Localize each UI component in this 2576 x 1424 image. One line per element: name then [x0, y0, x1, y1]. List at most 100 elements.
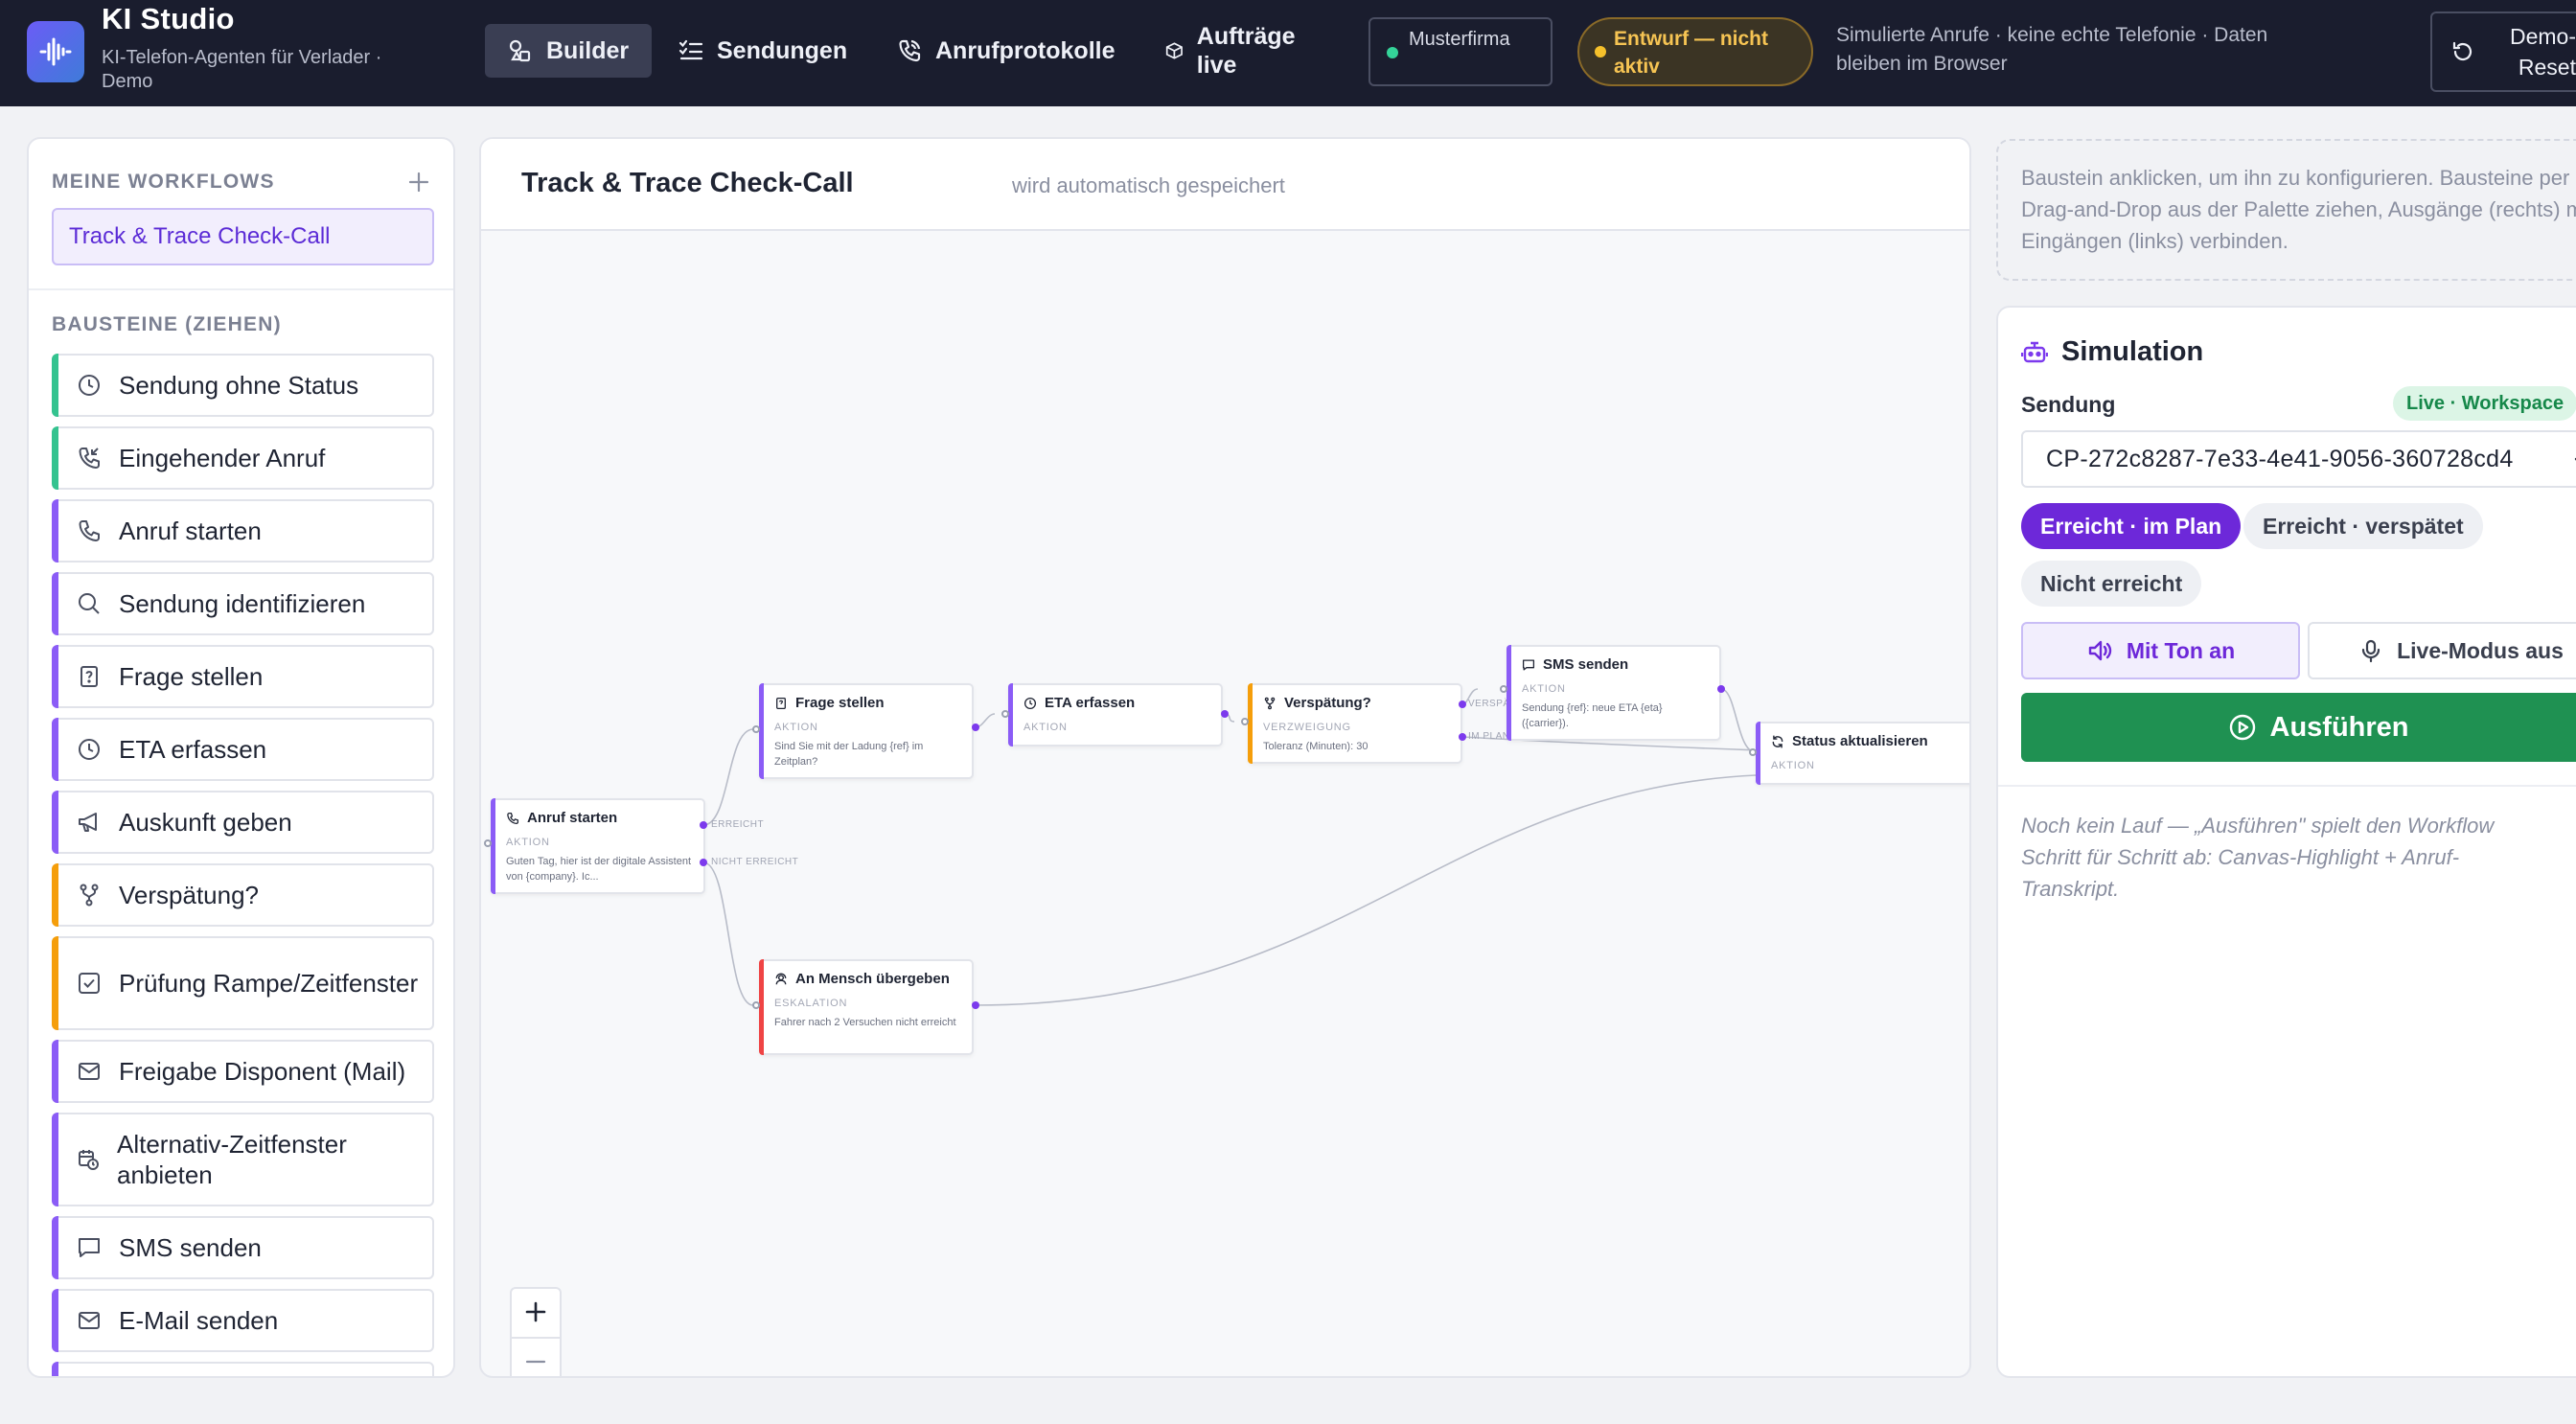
workflow-status-badge: Entwurf — nicht aktiv [1577, 17, 1813, 86]
port-label-reached: ERREICHT [711, 819, 765, 830]
edge-start-to-question [702, 728, 754, 826]
output-port-on-plan[interactable] [1459, 733, 1466, 741]
output-port[interactable] [972, 723, 979, 731]
palette-item[interactable]: Frage stellen [52, 645, 434, 708]
node-description: Guten Tag, hier ist der digitale Assiste… [506, 856, 692, 883]
output-port[interactable] [1221, 710, 1229, 718]
simulation-divider [1998, 785, 2576, 787]
top-bar: KI Studio KI-Telefon-Agenten für Verlade… [0, 0, 2576, 106]
shipment-select-value: CP-272c8287-7e33-4e41-9056-360728cd4 [2046, 446, 2514, 472]
live-mode-toggle-button[interactable]: Live-Modus aus [2308, 622, 2576, 679]
palette-item-label: Auskunft geben [119, 808, 292, 837]
sidebar-divider [29, 288, 453, 290]
add-workflow-button[interactable] [404, 168, 433, 196]
shapes-icon [509, 39, 531, 62]
nav-sendungen[interactable]: Sendungen [656, 24, 870, 78]
palette-item[interactable]: SMS senden [52, 1216, 434, 1279]
nav-auftraege-live[interactable]: Aufträge live [1142, 19, 1344, 82]
input-port[interactable] [1241, 718, 1249, 725]
input-port[interactable] [1500, 685, 1507, 693]
scenario-reached-on-plan[interactable]: Erreicht · im Plan [2021, 503, 2242, 549]
input-port[interactable] [484, 839, 492, 847]
palette-item[interactable]: ETA erfassen [52, 718, 434, 781]
palette-item[interactable]: Auskunft geben [52, 791, 434, 854]
nav-anrufprotokolle-label: Anrufprotokolle [935, 36, 1116, 64]
output-port-late[interactable] [1459, 701, 1466, 708]
input-port[interactable] [752, 1001, 760, 1009]
company-selector[interactable]: Musterfirma [1368, 17, 1552, 86]
output-port[interactable] [1717, 685, 1725, 693]
message-icon [79, 1238, 100, 1257]
node-verspaetung[interactable]: Verspätung? VERZWEIGUNG Toleranz (Minute… [1248, 683, 1462, 764]
nav-builder[interactable]: Builder [485, 24, 653, 78]
workflow-canvas[interactable]: Track & Trace Check-Call wird automatisc… [479, 137, 1971, 1378]
node-eta-erfassen[interactable]: ETA erfassen AKTION [1008, 683, 1223, 746]
clock-icon [1024, 697, 1037, 709]
node-an-mensch-uebergeben[interactable]: An Mensch übergeben ESKALATION Fahrer na… [759, 959, 974, 1055]
simulation-panel: Simulation Sendung Live · Workspace CP-2… [1996, 306, 2576, 1378]
scenario-not-reached[interactable]: Nicht erreicht [2021, 561, 2202, 607]
phone-icon [899, 39, 921, 62]
node-type: AKTION [1024, 722, 1068, 733]
node-sms-senden[interactable]: SMS senden AKTION Sendung {ref}: neue ET… [1506, 645, 1721, 741]
clock-icon [79, 739, 100, 760]
demo-reset-button[interactable]: Demo-Reset [2430, 11, 2576, 92]
zoom-in-button[interactable] [512, 1289, 560, 1335]
output-port-not-reached[interactable] [700, 859, 707, 866]
input-port[interactable] [1001, 710, 1009, 718]
zoom-out-button[interactable] [512, 1339, 560, 1376]
palette-item-label: Prüfung Rampe/Zeitfenster [119, 969, 419, 998]
palette-item-label: Sendung ohne Status [119, 371, 359, 400]
node-title: Status aktualisieren [1792, 733, 1928, 749]
node-title: Frage stellen [795, 695, 885, 711]
refresh-icon [1772, 734, 1783, 748]
node-anruf-starten[interactable]: Anruf starten AKTION Guten Tag, hier ist… [491, 798, 705, 894]
palette-item[interactable]: Verspätung? [52, 863, 434, 927]
branch-icon [80, 884, 99, 907]
nav-auftraege-live-label: Aufträge live [1196, 23, 1296, 79]
node-description: Sendung {ref}: neue ETA {eta} ({carrier}… [1522, 702, 1663, 729]
node-title: ETA erfassen [1045, 695, 1136, 711]
node-type: VERZWEIGUNG [1263, 722, 1351, 733]
node-status-aktualisieren[interactable]: Status aktualisieren AKTION [1756, 722, 1969, 785]
live-mode-label: Live-Modus aus [2397, 637, 2564, 663]
node-type: AKTION [1771, 760, 1815, 771]
palette-item[interactable]: Anruf starten [52, 499, 434, 563]
plus-icon [408, 172, 429, 193]
megaphone-icon [79, 813, 97, 832]
nav-anrufprotokolle[interactable]: Anrufprotokolle [874, 24, 1138, 78]
rotate-ccw-icon [2452, 41, 2472, 61]
palette-item[interactable]: E-Mail senden [52, 1289, 434, 1352]
app-logo[interactable] [27, 21, 84, 82]
phone-icon [79, 520, 100, 541]
package-icon [1165, 42, 1183, 59]
palette-item[interactable]: Alternativ-Zeitfenster anbieten [52, 1113, 434, 1206]
mail-icon [79, 1312, 100, 1329]
input-port[interactable] [1749, 748, 1757, 756]
node-frage-stellen[interactable]: Frage stellen AKTION Sind Sie mit der La… [759, 683, 974, 779]
shipment-select[interactable]: CP-272c8287-7e33-4e41-9056-360728cd4 [2021, 430, 2576, 488]
run-button[interactable]: Ausführen [2021, 693, 2576, 762]
sound-toggle-button[interactable]: Mit Ton an [2021, 622, 2300, 679]
robot-icon [2021, 341, 2048, 362]
palette-item[interactable]: Freigabe Disponent (Mail) [52, 1040, 434, 1103]
palette-item-label: Frage stellen [119, 662, 264, 691]
input-port[interactable] [752, 725, 760, 733]
scenario-reached-late[interactable]: Erreicht · verspätet [2243, 503, 2483, 549]
node-type: AKTION [1522, 683, 1566, 695]
question-file-icon [776, 697, 786, 709]
palette-item-partial[interactable] [52, 1362, 434, 1376]
message-icon [1522, 659, 1535, 670]
palette-item[interactable]: Sendung identifizieren [52, 572, 434, 635]
output-port[interactable] [972, 1001, 979, 1009]
palette-item[interactable]: Eingehender Anruf [52, 426, 434, 490]
palette-item[interactable]: Prüfung Rampe/Zeitfenster [52, 936, 434, 1030]
output-port-reached[interactable] [700, 821, 707, 829]
simulation-empty-state: Noch kein Lauf — „Ausführen" spielt den … [2021, 814, 2495, 901]
phone-icon [507, 812, 519, 824]
minus-icon [525, 1360, 546, 1364]
live-workspace-badge: Live · Workspace [2393, 386, 2576, 421]
workflow-item[interactable]: Track & Trace Check-Call [52, 208, 434, 265]
palette-item[interactable]: Sendung ohne Status [52, 354, 434, 417]
calendar-clock-icon [79, 1150, 99, 1170]
